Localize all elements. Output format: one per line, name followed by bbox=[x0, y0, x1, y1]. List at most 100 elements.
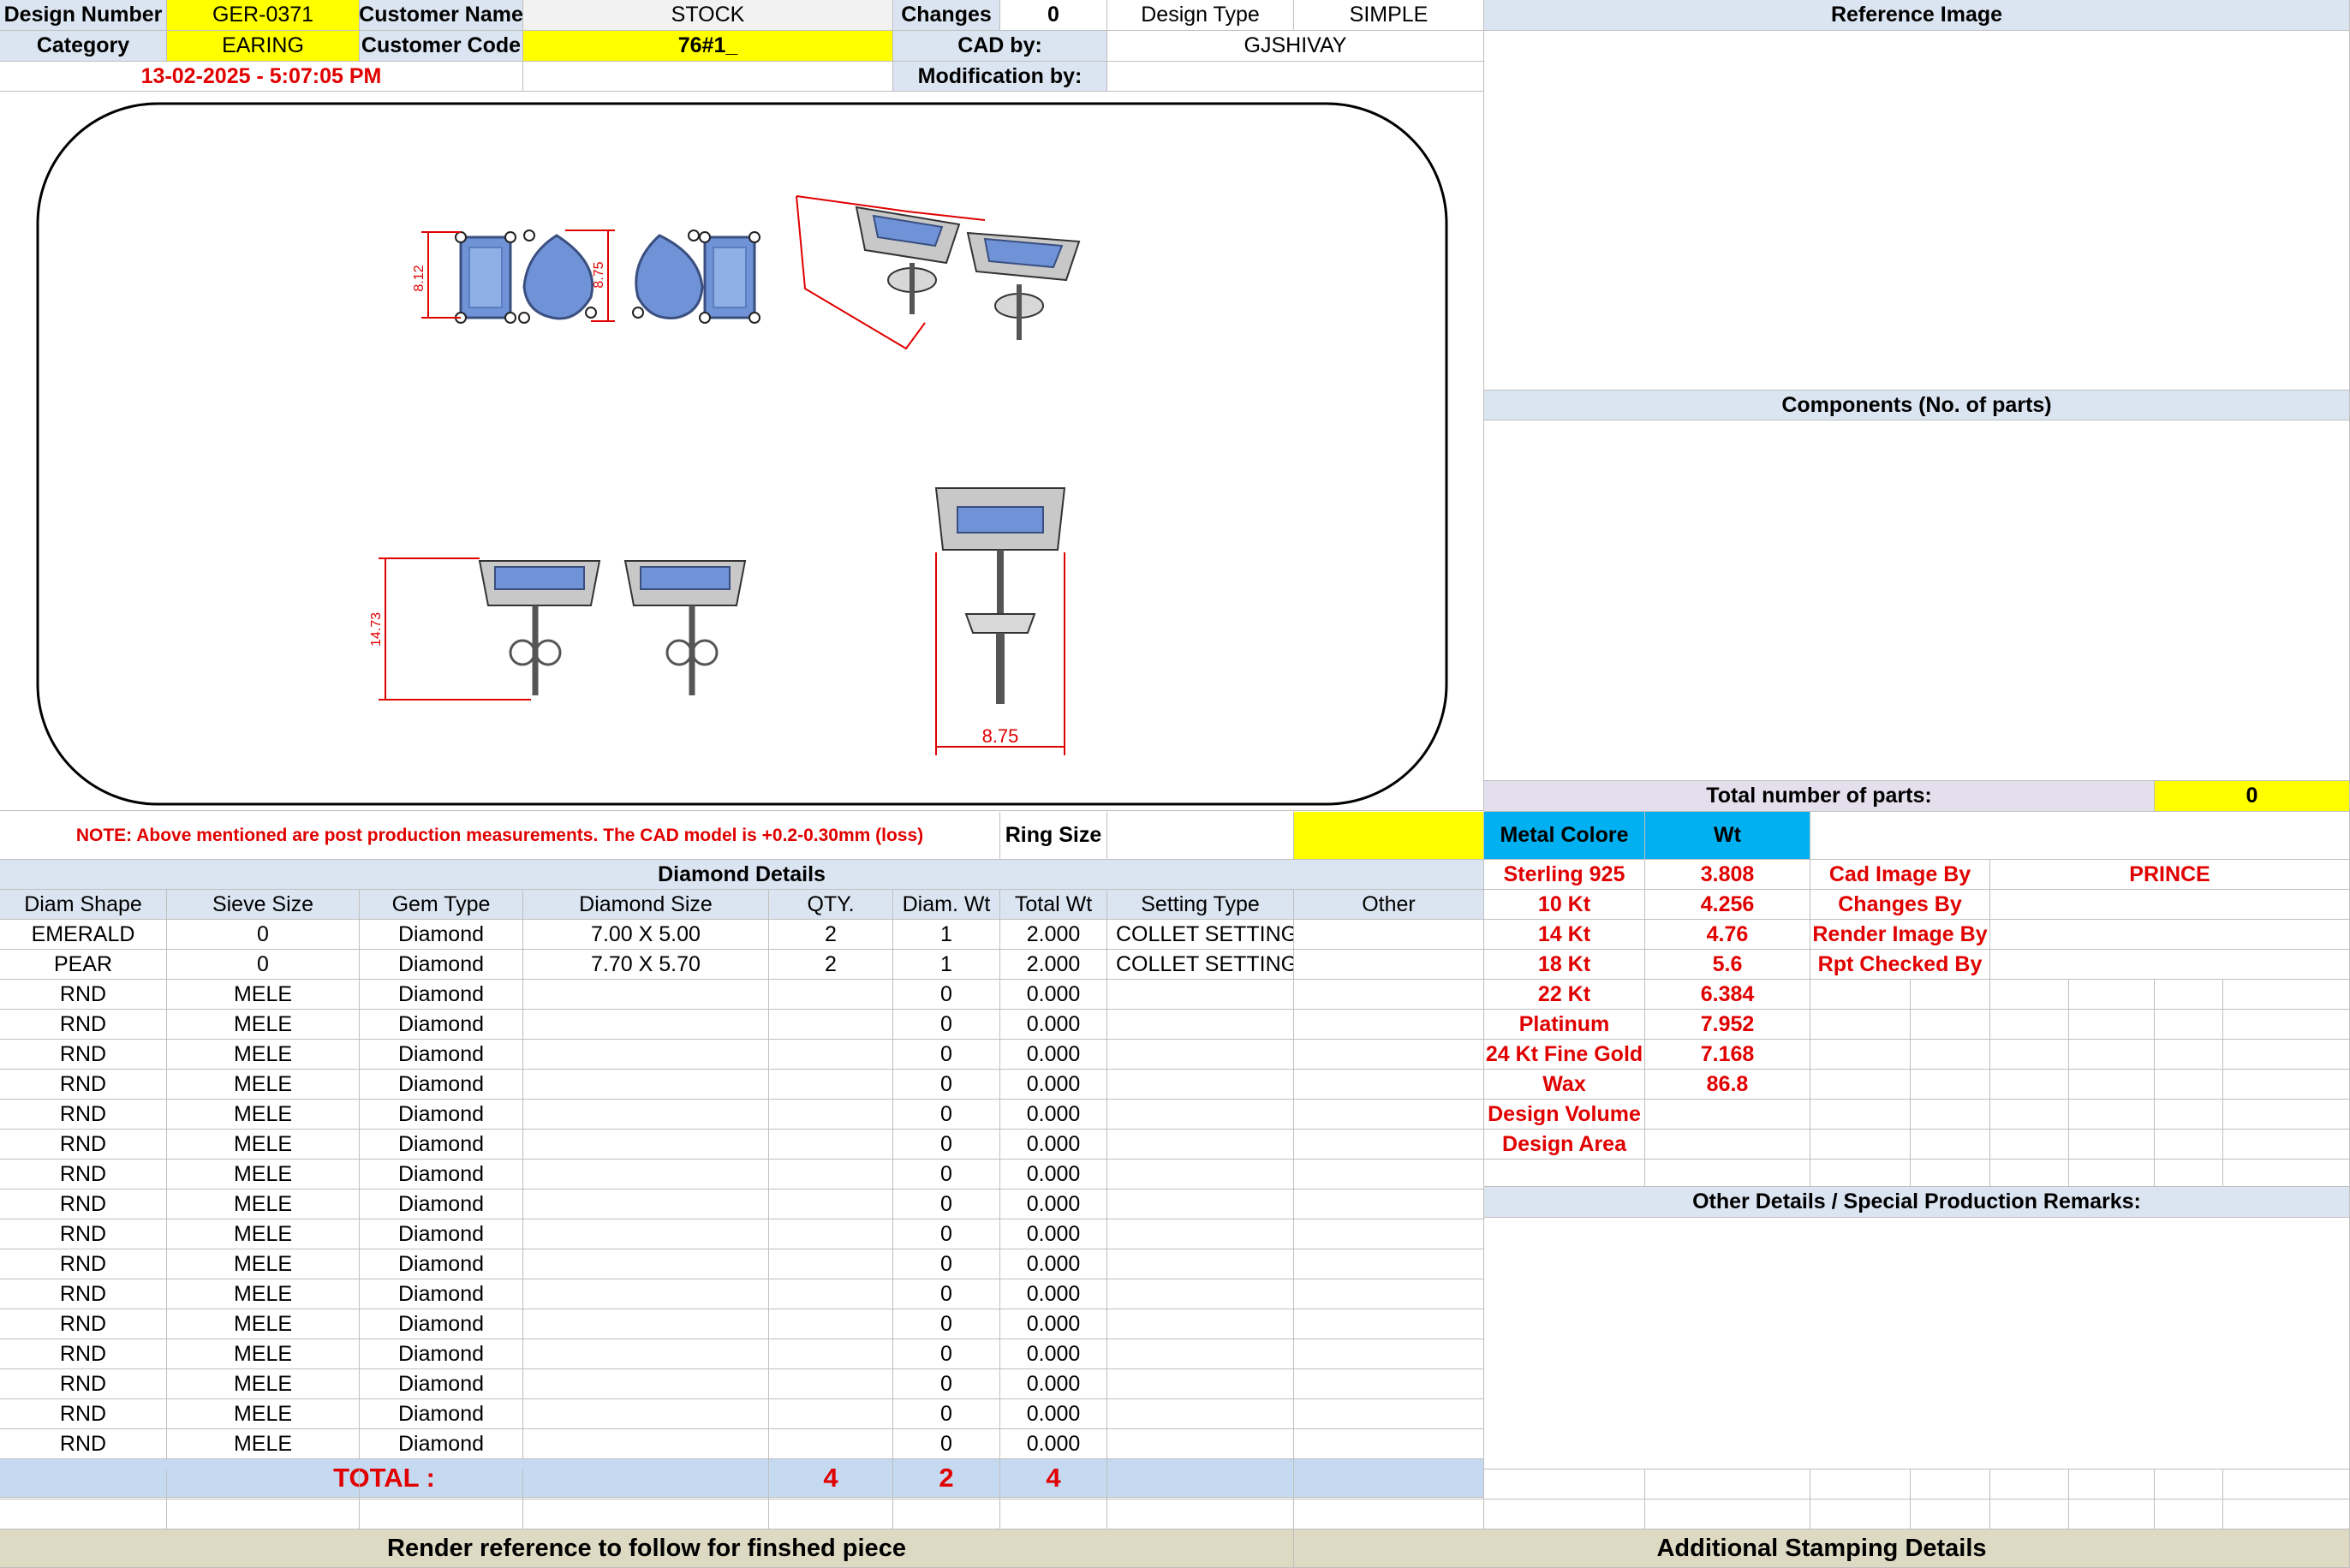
diamond-cell-diam-wt[interactable]: 0 bbox=[893, 1399, 1000, 1429]
metal-grid-cell[interactable] bbox=[2069, 1010, 2155, 1040]
diamond-cell-sieve-size[interactable]: MELE bbox=[167, 1429, 360, 1459]
metal-grid-cell[interactable] bbox=[1911, 1160, 1990, 1187]
metal-grid-cell[interactable] bbox=[1911, 1040, 1990, 1070]
diamond-cell-other[interactable] bbox=[1294, 1010, 1484, 1040]
diamond-cell-other[interactable] bbox=[1294, 1429, 1484, 1459]
metal-grid-cell[interactable] bbox=[2223, 980, 2350, 1010]
blank-cell[interactable] bbox=[1990, 1499, 2069, 1529]
diamond-cell-sieve-size[interactable]: MELE bbox=[167, 1219, 360, 1249]
blank-cell[interactable] bbox=[769, 1470, 893, 1499]
diamond-cell-gem-type[interactable]: Diamond bbox=[360, 980, 523, 1010]
metal-grid-cell[interactable] bbox=[2155, 1040, 2223, 1070]
blank-cell[interactable] bbox=[167, 1499, 360, 1529]
blank-cell[interactable] bbox=[523, 1499, 769, 1529]
blank-cell[interactable] bbox=[1000, 1499, 1107, 1529]
credit-value[interactable] bbox=[1990, 950, 2350, 980]
diamond-cell-diam-shape[interactable]: RND bbox=[0, 1010, 167, 1040]
metal-grid-cell[interactable] bbox=[2069, 1130, 2155, 1160]
customer-code-value[interactable]: 76#1_ bbox=[523, 31, 893, 62]
modification-by-value[interactable] bbox=[1107, 62, 1484, 92]
blank-cell[interactable] bbox=[360, 1499, 523, 1529]
diamond-cell-diam-wt[interactable]: 0 bbox=[893, 1100, 1000, 1130]
diamond-cell-other[interactable] bbox=[1294, 920, 1484, 950]
metal-grid-cell[interactable] bbox=[2155, 980, 2223, 1010]
diamond-cell-diam-shape[interactable]: RND bbox=[0, 1040, 167, 1070]
diamond-cell-diam-wt[interactable]: 0 bbox=[893, 1339, 1000, 1369]
diamond-cell-qty[interactable] bbox=[769, 1219, 893, 1249]
diamond-cell-gem-type[interactable]: Diamond bbox=[360, 1399, 523, 1429]
design-type-value[interactable]: SIMPLE bbox=[1294, 0, 1484, 31]
diamond-cell-gem-type[interactable]: Diamond bbox=[360, 1339, 523, 1369]
diamond-cell-sieve-size[interactable]: MELE bbox=[167, 1249, 360, 1279]
diamond-cell-diam-wt[interactable]: 0 bbox=[893, 980, 1000, 1010]
metal-grid-cell[interactable] bbox=[2223, 1070, 2350, 1100]
diamond-cell-diam-wt[interactable]: 0 bbox=[893, 1070, 1000, 1100]
diamond-cell-other[interactable] bbox=[1294, 1100, 1484, 1130]
customer-name-value[interactable]: STOCK bbox=[523, 0, 893, 31]
blank-cell[interactable] bbox=[1107, 1470, 1294, 1499]
diamond-cell-sieve-size[interactable]: MELE bbox=[167, 1369, 360, 1399]
diamond-cell-gem-type[interactable]: Diamond bbox=[360, 1369, 523, 1399]
diamond-cell-setting-type[interactable] bbox=[1107, 1369, 1294, 1399]
diamond-cell-diam-wt[interactable]: 0 bbox=[893, 1369, 1000, 1399]
diamond-cell-other[interactable] bbox=[1294, 1339, 1484, 1369]
diamond-cell-sieve-size[interactable]: MELE bbox=[167, 1279, 360, 1309]
diamond-cell-diam-wt[interactable]: 1 bbox=[893, 920, 1000, 950]
blank-cell[interactable] bbox=[893, 1499, 1000, 1529]
diamond-cell-gem-type[interactable]: Diamond bbox=[360, 1010, 523, 1040]
blank-cell[interactable] bbox=[1107, 1499, 1294, 1529]
diamond-cell-setting-type[interactable] bbox=[1107, 1339, 1294, 1369]
total-parts-value[interactable]: 0 bbox=[2155, 781, 2350, 812]
diamond-cell-diam-shape[interactable]: RND bbox=[0, 1339, 167, 1369]
diamond-cell-other[interactable] bbox=[1294, 1219, 1484, 1249]
diamond-cell-qty[interactable] bbox=[769, 1189, 893, 1219]
design-number-value[interactable]: GER-0371 bbox=[167, 0, 360, 31]
diamond-cell-diamond-size[interactable] bbox=[523, 1279, 769, 1309]
blank-cell[interactable] bbox=[1484, 1470, 1645, 1499]
diamond-cell-setting-type[interactable] bbox=[1107, 1399, 1294, 1429]
metal-grid-cell[interactable] bbox=[2155, 1130, 2223, 1160]
diamond-cell-diam-shape[interactable]: RND bbox=[0, 1249, 167, 1279]
metal-wt[interactable]: 7.952 bbox=[1645, 1010, 1810, 1040]
diamond-cell-gem-type[interactable]: Diamond bbox=[360, 1279, 523, 1309]
diamond-cell-setting-type[interactable] bbox=[1107, 1249, 1294, 1279]
metal-wt[interactable] bbox=[1645, 1100, 1810, 1130]
blank-cell[interactable] bbox=[1294, 1470, 1484, 1499]
metal-grid-cell[interactable] bbox=[2223, 1010, 2350, 1040]
diamond-cell-diamond-size[interactable] bbox=[523, 1249, 769, 1279]
metal-grid-cell[interactable] bbox=[1911, 980, 1990, 1010]
diamond-cell-sieve-size[interactable]: MELE bbox=[167, 1100, 360, 1130]
diamond-cell-qty[interactable] bbox=[769, 1279, 893, 1309]
blank-cell[interactable] bbox=[360, 1470, 523, 1499]
diamond-cell-diamond-size[interactable]: 7.00 X 5.00 bbox=[523, 920, 769, 950]
blank-cell[interactable] bbox=[0, 1499, 167, 1529]
diamond-cell-other[interactable] bbox=[1294, 1249, 1484, 1279]
diamond-cell-other[interactable] bbox=[1294, 950, 1484, 980]
diamond-cell-gem-type[interactable]: Diamond bbox=[360, 1249, 523, 1279]
metal-grid-cell[interactable] bbox=[1990, 1070, 2069, 1100]
diamond-cell-setting-type[interactable] bbox=[1107, 1010, 1294, 1040]
blank-cell[interactable] bbox=[1810, 1499, 1911, 1529]
diamond-cell-sieve-size[interactable]: 0 bbox=[167, 950, 360, 980]
metal-grid-cell[interactable] bbox=[2069, 980, 2155, 1010]
diamond-cell-diam-shape[interactable]: PEAR bbox=[0, 950, 167, 980]
diamond-cell-total-wt[interactable]: 2.000 bbox=[1000, 950, 1107, 980]
diamond-cell-sieve-size[interactable]: MELE bbox=[167, 1399, 360, 1429]
diamond-cell-qty[interactable] bbox=[769, 1369, 893, 1399]
diamond-cell-diamond-size[interactable] bbox=[523, 1339, 769, 1369]
diamond-cell-diam-wt[interactable]: 0 bbox=[893, 1219, 1000, 1249]
metal-grid-cell[interactable] bbox=[1810, 1100, 1911, 1130]
diamond-cell-diam-wt[interactable]: 0 bbox=[893, 1249, 1000, 1279]
diamond-cell-gem-type[interactable]: Diamond bbox=[360, 1160, 523, 1189]
diamond-cell-sieve-size[interactable]: MELE bbox=[167, 1040, 360, 1070]
blank-cell[interactable] bbox=[893, 1470, 1000, 1499]
diamond-cell-sieve-size[interactable]: MELE bbox=[167, 1339, 360, 1369]
diamond-cell-diam-shape[interactable]: RND bbox=[0, 1189, 167, 1219]
diamond-cell-diam-wt[interactable]: 0 bbox=[893, 1189, 1000, 1219]
credit-value[interactable]: PRINCE bbox=[1990, 860, 2350, 890]
diamond-cell-sieve-size[interactable]: MELE bbox=[167, 1010, 360, 1040]
diamond-cell-gem-type[interactable]: Diamond bbox=[360, 920, 523, 950]
blank-cell[interactable] bbox=[2223, 1470, 2350, 1499]
metal-grid-cell[interactable] bbox=[2069, 1070, 2155, 1100]
metal-grid-cell[interactable] bbox=[2069, 1160, 2155, 1187]
